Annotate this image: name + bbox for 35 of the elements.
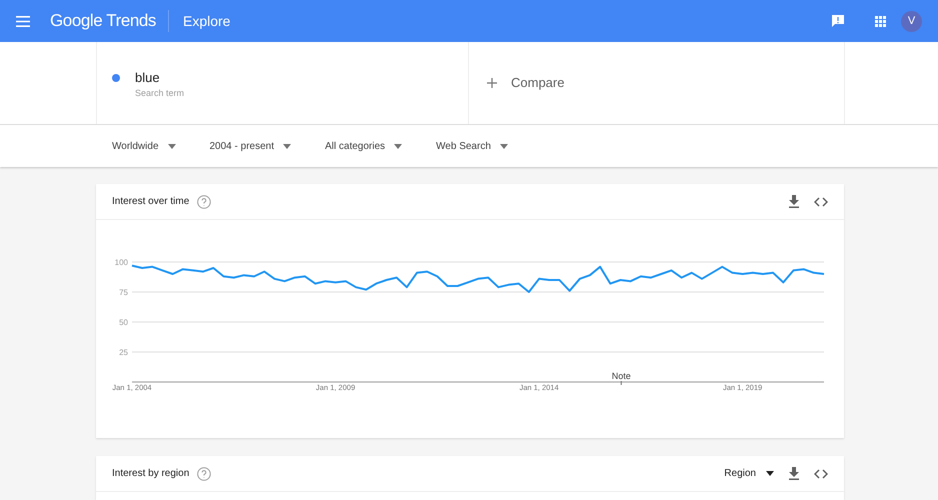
help-icon[interactable] xyxy=(197,194,212,208)
filter-dropdown[interactable]: Worldwide xyxy=(112,138,176,154)
region-dropdown[interactable]: Region xyxy=(724,466,774,481)
apps-grid-icon[interactable] xyxy=(875,16,886,26)
y-axis-label: 75 xyxy=(119,288,128,297)
annotation: Note xyxy=(612,371,631,381)
caret-icon xyxy=(283,144,291,148)
y-axis-label: 100 xyxy=(114,258,128,267)
compare-button[interactable]: Compare xyxy=(469,42,845,124)
plus-icon xyxy=(487,78,497,88)
page-title: Explore xyxy=(183,12,230,31)
caret-icon xyxy=(766,471,774,476)
menu-icon[interactable] xyxy=(16,16,30,26)
filter-dropdown[interactable]: 2004 - present xyxy=(210,138,291,154)
search-term: blue xyxy=(135,70,161,86)
search-term-card[interactable]: blue Search term xyxy=(96,42,469,124)
search-term-subtitle: Search term xyxy=(135,87,184,100)
app-logo[interactable]: Google Trends xyxy=(50,8,156,34)
y-axis-label: 25 xyxy=(119,348,128,357)
filter-dropdown[interactable]: Web Search xyxy=(436,138,508,154)
y-axis-label: 50 xyxy=(119,318,128,327)
filter-dropdown[interactable]: All categories xyxy=(325,138,402,154)
caret-icon xyxy=(500,144,508,148)
embed-code-icon[interactable] xyxy=(814,196,828,206)
card-title: Interest over time xyxy=(112,195,190,209)
feedback-icon[interactable] xyxy=(831,14,845,28)
caret-icon xyxy=(168,144,176,148)
help-icon[interactable] xyxy=(197,466,212,480)
caret-icon xyxy=(394,144,402,148)
account-avatar[interactable]: V xyxy=(901,10,922,32)
card-title: Interest by region xyxy=(112,467,190,481)
chart-note[interactable]: Note xyxy=(612,371,631,386)
embed-code-icon[interactable] xyxy=(814,468,828,478)
download-icon[interactable] xyxy=(788,195,800,208)
download-icon[interactable] xyxy=(788,467,800,480)
